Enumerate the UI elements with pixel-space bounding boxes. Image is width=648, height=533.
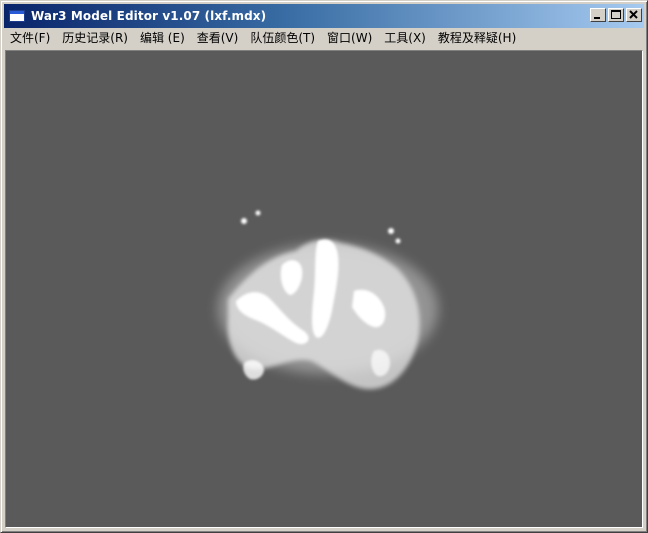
app-window-icon[interactable] [9,10,25,22]
minimize-icon [594,17,600,19]
menu-view[interactable]: 查看(V) [191,29,245,48]
close-icon [629,10,638,19]
window-title: War3 Model Editor v1.07 (lxf.mdx) [31,9,267,23]
menu-tools[interactable]: 工具(X) [378,29,432,48]
menu-bar: 文件(F) 历史记录(R) 编辑 (E) 查看(V) 队伍颜色(T) 窗口(W)… [4,29,644,48]
maximize-icon [611,10,621,19]
close-button[interactable] [626,8,642,22]
minimize-button[interactable] [590,8,606,22]
menu-team-color[interactable]: 队伍颜色(T) [244,29,321,48]
menu-help[interactable]: 教程及释疑(H) [432,29,522,48]
model-viewport[interactable] [5,50,643,528]
menu-edit[interactable]: 编辑 (E) [134,29,191,48]
title-bar[interactable]: War3 Model Editor v1.07 (lxf.mdx) [4,4,644,28]
menu-history[interactable]: 历史记录(R) [56,29,134,48]
menu-window[interactable]: 窗口(W) [321,29,378,48]
app-window: War3 Model Editor v1.07 (lxf.mdx) 文件(F) [0,0,648,533]
maximize-button[interactable] [608,8,624,22]
model-preview [218,210,438,390]
title-buttons [588,8,642,22]
menu-file[interactable]: 文件(F) [4,29,56,48]
